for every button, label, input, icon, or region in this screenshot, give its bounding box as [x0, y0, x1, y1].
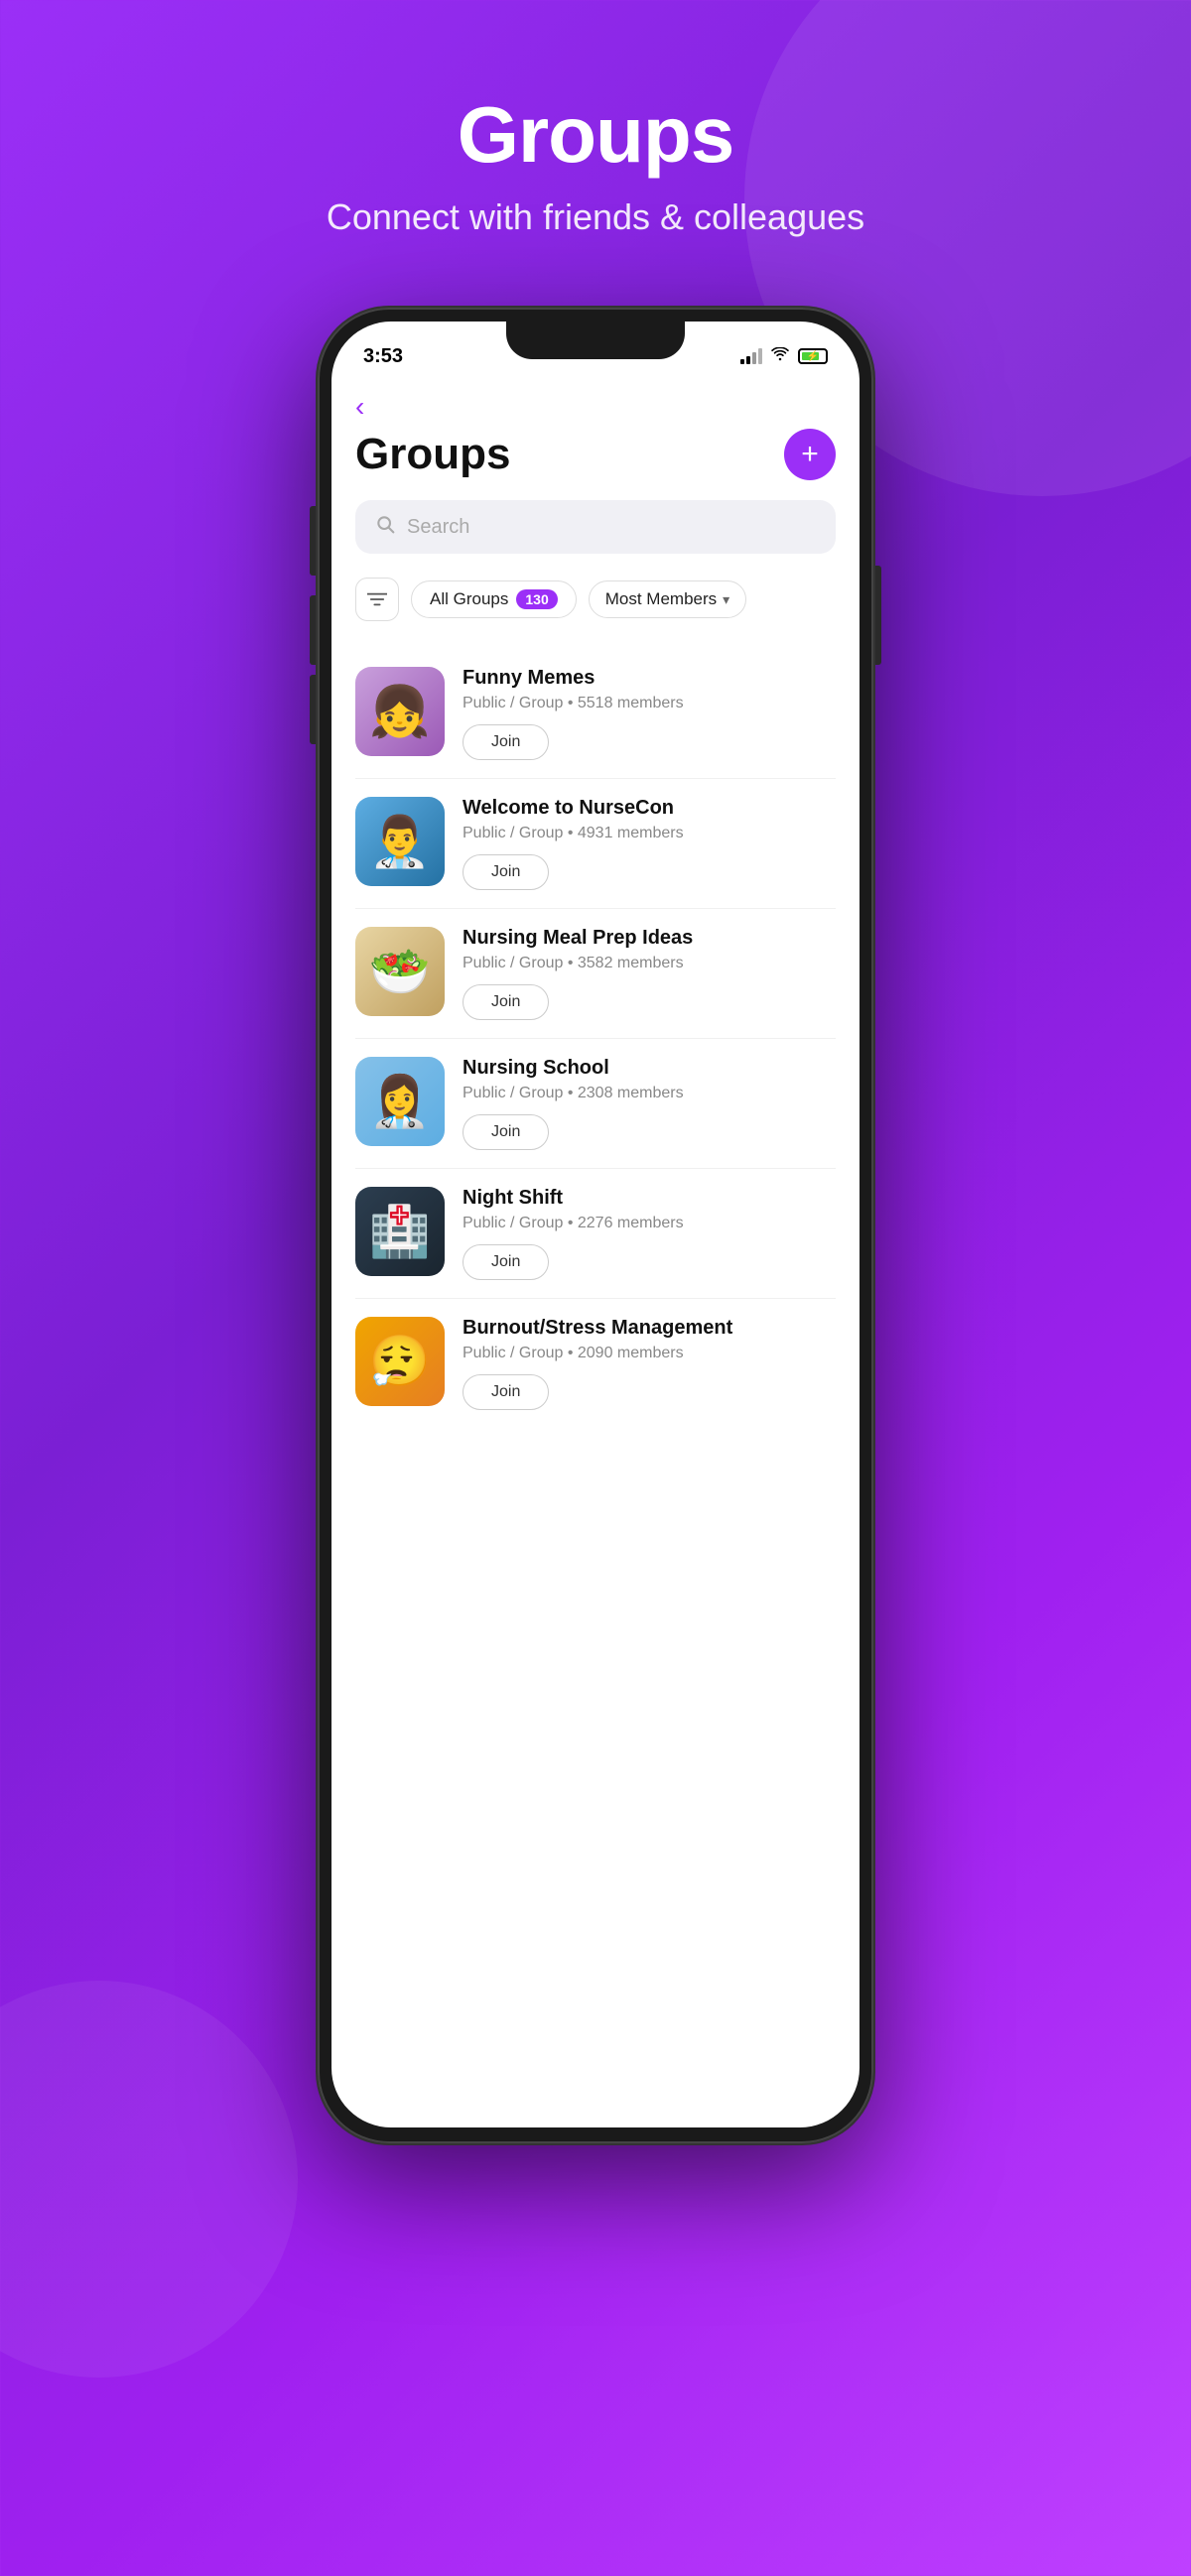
app-content: ‹ Groups + Search [331, 377, 860, 1428]
join-button-night-shift[interactable]: Join [463, 1244, 549, 1280]
filter-row: All Groups 130 Most Members ▾ [355, 578, 836, 621]
group-name-night-shift: Night Shift [463, 1187, 836, 1210]
group-name-burnout-stress: Burnout/Stress Management [463, 1317, 836, 1340]
page-header: Groups + [355, 429, 836, 480]
phone-screen: 3:53 [331, 322, 860, 2127]
all-groups-filter[interactable]: All Groups 130 [411, 580, 577, 618]
hero-title: Groups [327, 89, 864, 181]
group-meta-nursing-school: Public / Group • 2308 members [463, 1085, 836, 1102]
join-button-funny-memes[interactable]: Join [463, 724, 549, 760]
back-button[interactable]: ‹ [355, 393, 364, 421]
group-item-night-shift: Night Shift Public / Group • 2276 member… [355, 1169, 836, 1299]
wifi-icon [770, 347, 790, 366]
group-meta-funny-memes: Public / Group • 5518 members [463, 695, 836, 712]
filter-chip-badge: 130 [516, 589, 557, 609]
hero-section: Groups Connect with friends & colleagues [327, 0, 864, 298]
group-name-nursing-school: Nursing School [463, 1057, 836, 1080]
group-name-nursing-meal-prep: Nursing Meal Prep Ideas [463, 927, 836, 950]
group-item-burnout-stress: Burnout/Stress Management Public / Group… [355, 1299, 836, 1428]
group-name-welcome-nursecon: Welcome to NurseCon [463, 797, 836, 820]
group-meta-night-shift: Public / Group • 2276 members [463, 1215, 836, 1232]
join-button-nursing-meal-prep[interactable]: Join [463, 984, 549, 1020]
group-meta-burnout-stress: Public / Group • 2090 members [463, 1345, 836, 1362]
join-button-nursing-school[interactable]: Join [463, 1114, 549, 1150]
group-meta-welcome-nursecon: Public / Group • 4931 members [463, 825, 836, 842]
filter-icon-button[interactable] [355, 578, 399, 621]
group-info-burnout-stress: Burnout/Stress Management Public / Group… [463, 1317, 836, 1410]
group-info-nursing-meal-prep: Nursing Meal Prep Ideas Public / Group •… [463, 927, 836, 1020]
page-title: Groups [355, 430, 510, 479]
group-avatar-nursing-meal-prep [355, 927, 445, 1016]
group-avatar-welcome-nursecon [355, 797, 445, 886]
search-placeholder: Search [407, 516, 469, 539]
group-info-night-shift: Night Shift Public / Group • 2276 member… [463, 1187, 836, 1280]
signal-bars-icon [740, 348, 762, 364]
phone-wrapper: 3:53 [318, 308, 873, 2143]
filter-chip-label: All Groups [430, 589, 508, 609]
group-item-funny-memes: Funny Memes Public / Group • 5518 member… [355, 649, 836, 779]
chevron-down-icon: ▾ [723, 591, 729, 608]
hero-subtitle: Connect with friends & colleagues [327, 196, 864, 238]
group-meta-nursing-meal-prep: Public / Group • 3582 members [463, 955, 836, 972]
group-avatar-burnout-stress [355, 1317, 445, 1406]
phone-frame: 3:53 [318, 308, 873, 2143]
group-avatar-night-shift [355, 1187, 445, 1276]
add-group-button[interactable]: + [784, 429, 836, 480]
group-item-nursing-meal-prep: Nursing Meal Prep Ideas Public / Group •… [355, 909, 836, 1039]
group-info-funny-memes: Funny Memes Public / Group • 5518 member… [463, 667, 836, 760]
group-item-welcome-nursecon: Welcome to NurseCon Public / Group • 493… [355, 779, 836, 909]
search-icon [375, 514, 395, 540]
group-info-nursing-school: Nursing School Public / Group • 2308 mem… [463, 1057, 836, 1150]
join-button-welcome-nursecon[interactable]: Join [463, 854, 549, 890]
group-item-nursing-school: Nursing School Public / Group • 2308 mem… [355, 1039, 836, 1169]
group-avatar-nursing-school [355, 1057, 445, 1146]
group-list: Funny Memes Public / Group • 5518 member… [355, 649, 836, 1428]
group-avatar-funny-memes [355, 667, 445, 756]
sort-chip[interactable]: Most Members ▾ [589, 580, 746, 618]
status-time: 3:53 [363, 345, 403, 368]
join-button-burnout-stress[interactable]: Join [463, 1374, 549, 1410]
battery-icon: ⚡ [798, 348, 828, 364]
search-bar[interactable]: Search [355, 500, 836, 554]
notch [506, 322, 685, 359]
status-icons: ⚡ [740, 347, 828, 366]
group-info-welcome-nursecon: Welcome to NurseCon Public / Group • 493… [463, 797, 836, 890]
back-chevron-icon: ‹ [355, 393, 364, 421]
sort-chip-label: Most Members [605, 589, 717, 609]
group-name-funny-memes: Funny Memes [463, 667, 836, 690]
